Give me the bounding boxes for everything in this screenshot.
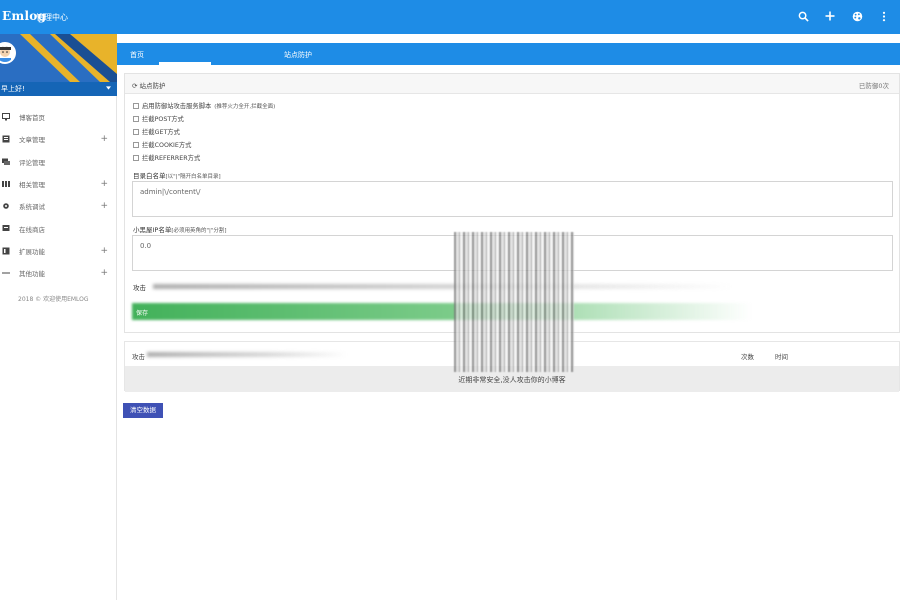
- watermark-overlay: [454, 232, 574, 372]
- expand-plus-icon[interactable]: +: [100, 179, 108, 189]
- grid-icon: [2, 180, 10, 188]
- empty-message: 近期非常安全,没人攻击你的小博客: [458, 376, 566, 384]
- sidebar-banner: [0, 34, 117, 82]
- palette-icon[interactable]: [851, 9, 863, 23]
- whitelist-textarea[interactable]: admin|\/content\/: [132, 181, 893, 217]
- sidebar-nav: 博客首页 文章管理 + 评论管理 相关管理 + 系统调试 + 在线商店 扩展功能: [0, 106, 117, 284]
- blacklist-note: [必须用英角的"|"分割]: [171, 228, 227, 234]
- sidebar-item-label: 在线商店: [19, 225, 45, 234]
- sidebar-item-label: 评论管理: [19, 158, 45, 167]
- option-label: 拦截REFERRER方式: [142, 155, 201, 162]
- shield-icon: ⟳: [132, 82, 138, 90]
- sidebar-item-label: 文章管理: [19, 136, 45, 145]
- top-actions: [797, 9, 890, 23]
- expand-plus-icon[interactable]: +: [100, 201, 108, 211]
- sidebar: 早上好! 博客首页 文章管理 + 评论管理 相关管理 + 系统调试 + 在线商店…: [0, 34, 117, 600]
- option-label: 拦截COOKIE方式: [142, 142, 192, 149]
- save-button[interactable]: [132, 303, 752, 320]
- defense-count: 已防御0次: [858, 82, 889, 90]
- option-label: 拦截POST方式: [142, 116, 184, 123]
- save-button-label: 保存: [136, 310, 149, 317]
- tab-home[interactable]: 首页: [130, 50, 144, 60]
- expand-plus-icon[interactable]: +: [100, 134, 108, 144]
- comment-icon: [2, 158, 10, 166]
- active-tab-indicator: [159, 62, 211, 65]
- option-block-post[interactable]: 拦截POST方式: [133, 114, 184, 123]
- panel-title-text: 站点防护: [139, 82, 166, 90]
- option-block-referrer[interactable]: 拦截REFERRER方式: [133, 153, 200, 162]
- sidebar-item-label: 其他功能: [19, 270, 45, 279]
- expand-plus-icon[interactable]: +: [100, 246, 108, 256]
- greeting-text: 早上好!: [1, 85, 25, 93]
- clear-data-button[interactable]: 清空数据: [123, 403, 163, 418]
- tab-bar: 首页 站点防护: [117, 43, 900, 65]
- column-header-time: 时间: [775, 353, 788, 361]
- blacklist-label-text: 小黑屋IP名单: [133, 226, 172, 234]
- brand-subtitle: 管理中心: [36, 13, 68, 22]
- option-label: 启用防御站攻击服务脚本: [142, 103, 212, 110]
- more-horiz-icon: [2, 269, 10, 277]
- sidebar-item-label: 相关管理: [19, 181, 45, 190]
- whitelist-label-text: 目录白名单: [133, 172, 166, 180]
- sidebar-item-label: 博客首页: [19, 114, 45, 123]
- option-enable-defense[interactable]: 启用防御站攻击服务脚本 (推荐火力全开,拦截全面): [133, 101, 275, 110]
- extension-icon: [2, 247, 10, 255]
- plus-icon[interactable]: [824, 9, 836, 23]
- whitelist-label: 目录白名单[以"|"隔开白名单目录]: [133, 170, 221, 180]
- checkbox[interactable]: [133, 154, 139, 161]
- more-vert-icon[interactable]: [878, 9, 890, 23]
- checkbox[interactable]: [133, 141, 139, 148]
- option-note: (推荐火力全开,拦截全面): [214, 103, 276, 110]
- panel-title: ⟳ 站点防护: [132, 80, 166, 90]
- checkbox[interactable]: [133, 115, 139, 122]
- top-app-bar: Emlog 管理中心: [0, 0, 900, 34]
- option-block-get[interactable]: 拦截GET方式: [133, 127, 180, 136]
- checkbox[interactable]: [133, 128, 139, 135]
- monitor-icon: [2, 113, 10, 121]
- option-block-cookie[interactable]: 拦截COOKIE方式: [133, 140, 191, 149]
- sidebar-item-system[interactable]: 系统调试 +: [0, 195, 117, 217]
- sidebar-item-label: 扩展功能: [19, 247, 45, 256]
- sidebar-item-blog-home[interactable]: 博客首页: [0, 106, 117, 128]
- option-label: 拦截GET方式: [142, 129, 180, 136]
- blacklist-label: 小黑屋IP名单[必须用英角的"|"分割]: [133, 224, 227, 234]
- panel-header: ⟳ 站点防护 已防御0次: [125, 74, 899, 94]
- sidebar-item-store[interactable]: 在线商店: [0, 217, 117, 239]
- store-icon: [2, 224, 10, 232]
- expand-plus-icon[interactable]: +: [100, 268, 108, 278]
- column-header-count: 次数: [741, 353, 754, 361]
- whitelist-note: [以"|"隔开白名单目录]: [165, 174, 221, 180]
- tab-site-protection[interactable]: 站点防护: [284, 50, 312, 60]
- search-icon[interactable]: [797, 9, 809, 23]
- redacted-text: [153, 284, 733, 289]
- sidebar-footer: 2018 © 欢迎使用EMLOG: [18, 296, 89, 303]
- user-greeting[interactable]: 早上好!: [0, 82, 117, 96]
- column-header-attack: 攻击: [132, 353, 145, 361]
- gear-icon: [2, 202, 10, 210]
- dropdown-arrow-icon[interactable]: [106, 84, 111, 92]
- sidebar-item-comments[interactable]: 评论管理: [0, 151, 117, 173]
- sidebar-item-articles[interactable]: 文章管理 +: [0, 128, 117, 150]
- sidebar-item-related[interactable]: 相关管理 +: [0, 173, 117, 195]
- sidebar-item-extensions[interactable]: 扩展功能 +: [0, 240, 117, 262]
- attack-label: 攻击: [133, 284, 146, 292]
- sidebar-item-label: 系统调试: [19, 203, 45, 212]
- checkbox[interactable]: [133, 102, 139, 109]
- redacted-text: [147, 352, 347, 357]
- article-icon: [2, 135, 10, 143]
- sidebar-item-other[interactable]: 其他功能 +: [0, 262, 117, 284]
